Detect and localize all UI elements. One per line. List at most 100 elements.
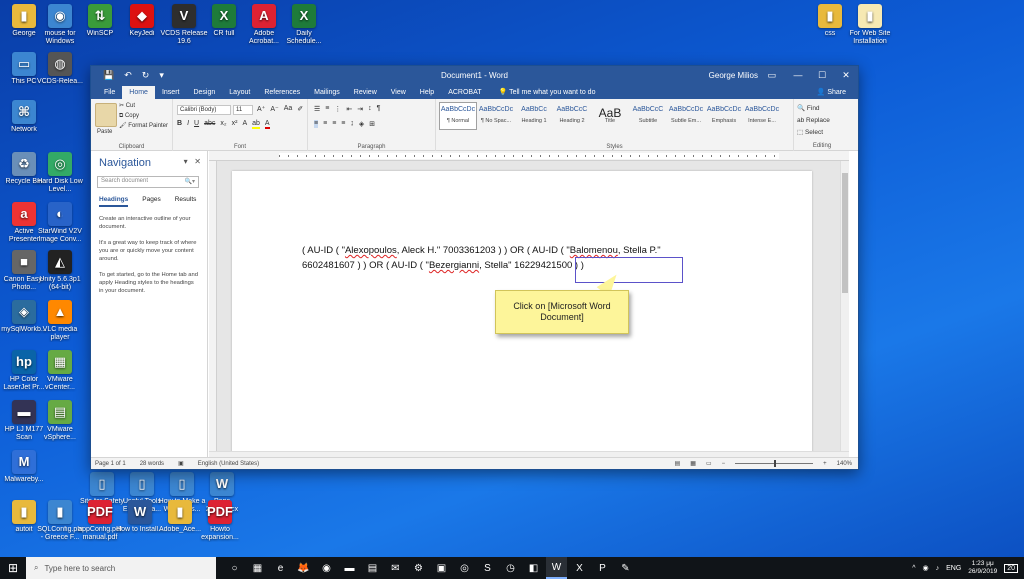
volume-icon[interactable]: ♪ — [936, 565, 940, 572]
input-language[interactable]: ENG — [946, 565, 961, 572]
tab-design[interactable]: Design — [186, 89, 222, 99]
show-marks-icon[interactable]: ¶ — [377, 105, 381, 113]
taskbar-app-icon[interactable]: e — [270, 557, 291, 579]
desktop-icon-vlc[interactable]: ▲ VLC media player — [36, 300, 84, 342]
taskbar-app-icon[interactable]: ✎ — [615, 557, 636, 579]
select-button[interactable]: ⬚ Select — [797, 127, 830, 139]
replace-button[interactable]: ab Replace — [797, 115, 830, 127]
align-center-icon[interactable]: ≡ — [323, 120, 327, 128]
search-icon[interactable]: 🔍▾ — [185, 178, 195, 186]
taskbar-app-icon[interactable]: S — [477, 557, 498, 579]
notifications-icon[interactable]: 20 — [1004, 563, 1018, 573]
taskbar-app-icon[interactable]: ▬ — [339, 557, 360, 579]
close-button[interactable]: ✕ — [834, 66, 858, 84]
nav-options-icon[interactable]: ▾ — [184, 157, 188, 166]
taskbar-app-icon[interactable]: ✉ — [385, 557, 406, 579]
taskbar-app-icon[interactable]: ▤ — [362, 557, 383, 579]
desktop-icon-for-web-site[interactable]: ▮ For Web Site Installation — [846, 4, 894, 46]
clear-formatting-icon[interactable]: ✐ — [297, 105, 303, 113]
taskbar-app-icon[interactable]: P — [592, 557, 613, 579]
start-button[interactable]: ⊞ — [0, 557, 26, 579]
desktop-icon-unity[interactable]: ◭ Unity 5.6.3p1 (64-bit) — [36, 250, 84, 292]
find-button[interactable]: 🔍 Find — [797, 103, 830, 115]
decrease-indent-icon[interactable]: ⇤ — [346, 105, 352, 113]
taskbar-app-icon[interactable]: ▦ — [247, 557, 268, 579]
align-left-icon[interactable]: ≡ — [314, 120, 319, 128]
word-count[interactable]: 28 words — [140, 461, 164, 467]
shrink-font-icon[interactable]: A⁻ — [270, 105, 278, 113]
borders-icon[interactable]: ⊞ — [369, 120, 375, 128]
zoom-slider[interactable] — [735, 460, 814, 467]
language-status[interactable]: English (United States) — [198, 461, 259, 467]
cut-button[interactable]: ✂ Cut — [119, 101, 135, 111]
clock[interactable]: 1:23 μμ 26/9/2019 — [968, 560, 997, 576]
shading-icon[interactable]: ◈ — [359, 120, 364, 128]
desktop-icon-winscp[interactable]: ⇅ WinSCP — [76, 4, 124, 38]
desktop-icon-keyjedi[interactable]: ◆ KeyJedi — [118, 4, 166, 38]
share-button[interactable]: 👤 Share — [817, 88, 846, 96]
line-spacing-icon[interactable]: ↨ — [350, 120, 354, 128]
copy-button[interactable]: ⧉ Copy — [119, 111, 139, 121]
nav-tab-results[interactable]: Results — [175, 196, 197, 207]
grow-font-icon[interactable]: A⁺ — [257, 105, 265, 113]
print-layout-icon[interactable]: ▦ — [690, 460, 696, 467]
customize-qat-icon[interactable]: ▾ — [159, 70, 164, 81]
zoom-in-icon[interactable]: + — [823, 461, 827, 467]
desktop-icon-vmware-vsphere[interactable]: ▤ VMware vSphere... — [36, 400, 84, 442]
tab-layout[interactable]: Layout — [222, 89, 257, 99]
tab-help[interactable]: Help — [413, 89, 441, 99]
desktop-icon-vmware-vcenter[interactable]: ▦ VMware vCenter... — [36, 350, 84, 392]
tab-view[interactable]: View — [384, 89, 413, 99]
text-effects-icon[interactable]: A — [242, 120, 247, 129]
taskbar-app-icon[interactable]: ○ — [224, 557, 245, 579]
font-size-dropdown[interactable]: 11 — [233, 105, 253, 115]
nav-tab-pages[interactable]: Pages — [142, 196, 160, 207]
save-icon[interactable]: 💾 — [103, 70, 114, 81]
taskbar-app-icon[interactable]: ⚙ — [408, 557, 429, 579]
redo-icon[interactable]: ↻ — [142, 70, 150, 81]
desktop-icon-vcds-2[interactable]: ◍ VCDS-Relea... — [36, 52, 84, 86]
subscript-icon[interactable]: x₂ — [220, 120, 226, 129]
superscript-icon[interactable]: x² — [232, 120, 238, 129]
proofing-icon[interactable]: ▣ — [178, 460, 184, 467]
change-case-icon[interactable]: Aa — [284, 105, 293, 113]
font-color-icon[interactable]: A — [264, 120, 270, 129]
read-mode-icon[interactable]: ▤ — [675, 460, 681, 467]
align-right-icon[interactable]: ≡ — [332, 120, 336, 128]
desktop-icon-starwind[interactable]: ◐ StarWind V2V Image Conv... — [36, 202, 84, 244]
taskbar-app-icon[interactable]: ◷ — [500, 557, 521, 579]
ribbon-display-options-icon[interactable]: ▭ — [767, 70, 776, 81]
tray-chevron-icon[interactable]: ^ — [912, 565, 915, 572]
zoom-out-icon[interactable]: − — [722, 461, 726, 467]
taskbar-search[interactable]: ⌕ Type here to search — [26, 557, 216, 579]
desktop-icon-malwarebytes[interactable]: M Malwareby... — [0, 450, 48, 484]
desktop-icon-network[interactable]: ⌘ Network — [0, 100, 48, 134]
desktop-icon-howto-expan[interactable]: PDF Howto expansion... — [196, 500, 244, 542]
format-painter-button[interactable]: 🖌 Format Painter — [119, 121, 168, 131]
bullets-icon[interactable]: ☰ — [314, 105, 320, 113]
multilevel-list-icon[interactable]: ⋮ — [334, 105, 341, 113]
tab-acrobat[interactable]: ACROBAT — [441, 89, 488, 99]
network-icon[interactable]: ◉ — [923, 564, 929, 572]
tab-home[interactable]: Home — [122, 86, 155, 99]
bold-icon[interactable]: B — [177, 120, 182, 129]
increase-indent-icon[interactable]: ⇥ — [357, 105, 363, 113]
maximize-button[interactable]: ☐ — [810, 66, 834, 84]
sort-icon[interactable]: ↕ — [368, 105, 372, 113]
taskbar-app-icon[interactable]: 🦊 — [293, 557, 314, 579]
tab-review[interactable]: Review — [347, 89, 384, 99]
highlight-icon[interactable]: ab — [252, 120, 260, 129]
desktop-icon-harddisk[interactable]: ◎ Hard Disk Low Level... — [36, 152, 84, 194]
vertical-ruler[interactable] — [209, 161, 217, 451]
tab-mailings[interactable]: Mailings — [307, 89, 347, 99]
paste-button[interactable]: Paste — [97, 129, 112, 135]
tab-references[interactable]: References — [257, 89, 307, 99]
desktop-icon-daily-schedule[interactable]: X Daily Schedule... — [280, 4, 328, 46]
strikethrough-icon[interactable]: abc — [204, 120, 215, 129]
user-name[interactable]: George Milios — [709, 71, 758, 80]
taskbar-app-icon[interactable]: ◎ — [454, 557, 475, 579]
taskbar-app-icon[interactable]: ◉ — [316, 557, 337, 579]
search-document-input[interactable]: Search document 🔍▾ — [97, 176, 199, 188]
page-count[interactable]: Page 1 of 1 — [95, 461, 126, 467]
minimize-button[interactable]: — — [786, 66, 810, 84]
